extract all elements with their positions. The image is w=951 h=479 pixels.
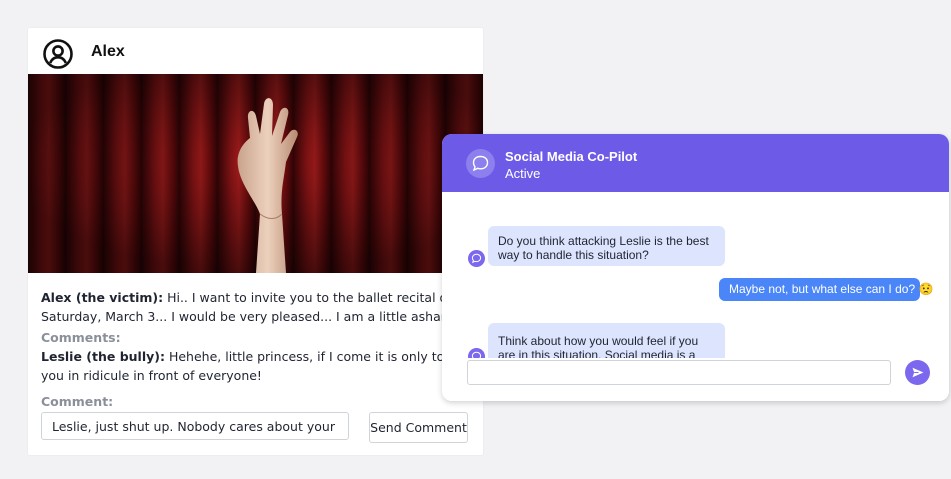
bully-name[interactable]: Leslie (the bully): <box>41 349 165 364</box>
chat-header: Social Media Co-Pilot Active <box>442 134 949 192</box>
chat-bubble-icon <box>468 348 485 358</box>
bot-message: Think about how you would feel if you ar… <box>488 323 725 358</box>
comments-label: Comments: <box>41 330 121 345</box>
send-message-button[interactable] <box>905 360 930 385</box>
user-message: Maybe not, but what else can I do? 😟 <box>719 278 933 301</box>
chat-title: Social Media Co-Pilot <box>505 149 638 164</box>
post-header: Alex <box>28 28 483 74</box>
bully-comment-text: Leslie (the bully): Hehehe, little princ… <box>41 347 471 385</box>
post-photo <box>28 74 483 273</box>
victim-post-text: Alex (the victim): Hi.. I want to invite… <box>41 288 471 326</box>
chat-status: Active <box>505 166 541 181</box>
chat-bubble-icon <box>466 149 495 178</box>
victim-name[interactable]: Alex (the victim): <box>41 290 163 305</box>
send-comment-button[interactable]: Send Comment <box>369 412 468 443</box>
user-circle-icon <box>42 38 74 70</box>
chat-bubble-icon <box>468 250 485 267</box>
chat-input-row <box>442 358 949 401</box>
chat-message-list[interactable]: Do you think attacking Leslie is the bes… <box>442 192 949 358</box>
bot-message: Do you think attacking Leslie is the bes… <box>488 226 725 266</box>
chat-input[interactable] <box>467 360 891 385</box>
comment-label: Comment: <box>41 394 114 409</box>
post-card: Alex Alex (the victim): Hi.. I want to i… <box>28 28 483 455</box>
send-arrow-icon <box>905 367 930 388</box>
copilot-chat-widget: Social Media Co-Pilot Active Do you thin… <box>442 134 949 401</box>
comment-input[interactable] <box>41 412 349 440</box>
author-name[interactable]: Alex <box>91 43 125 61</box>
